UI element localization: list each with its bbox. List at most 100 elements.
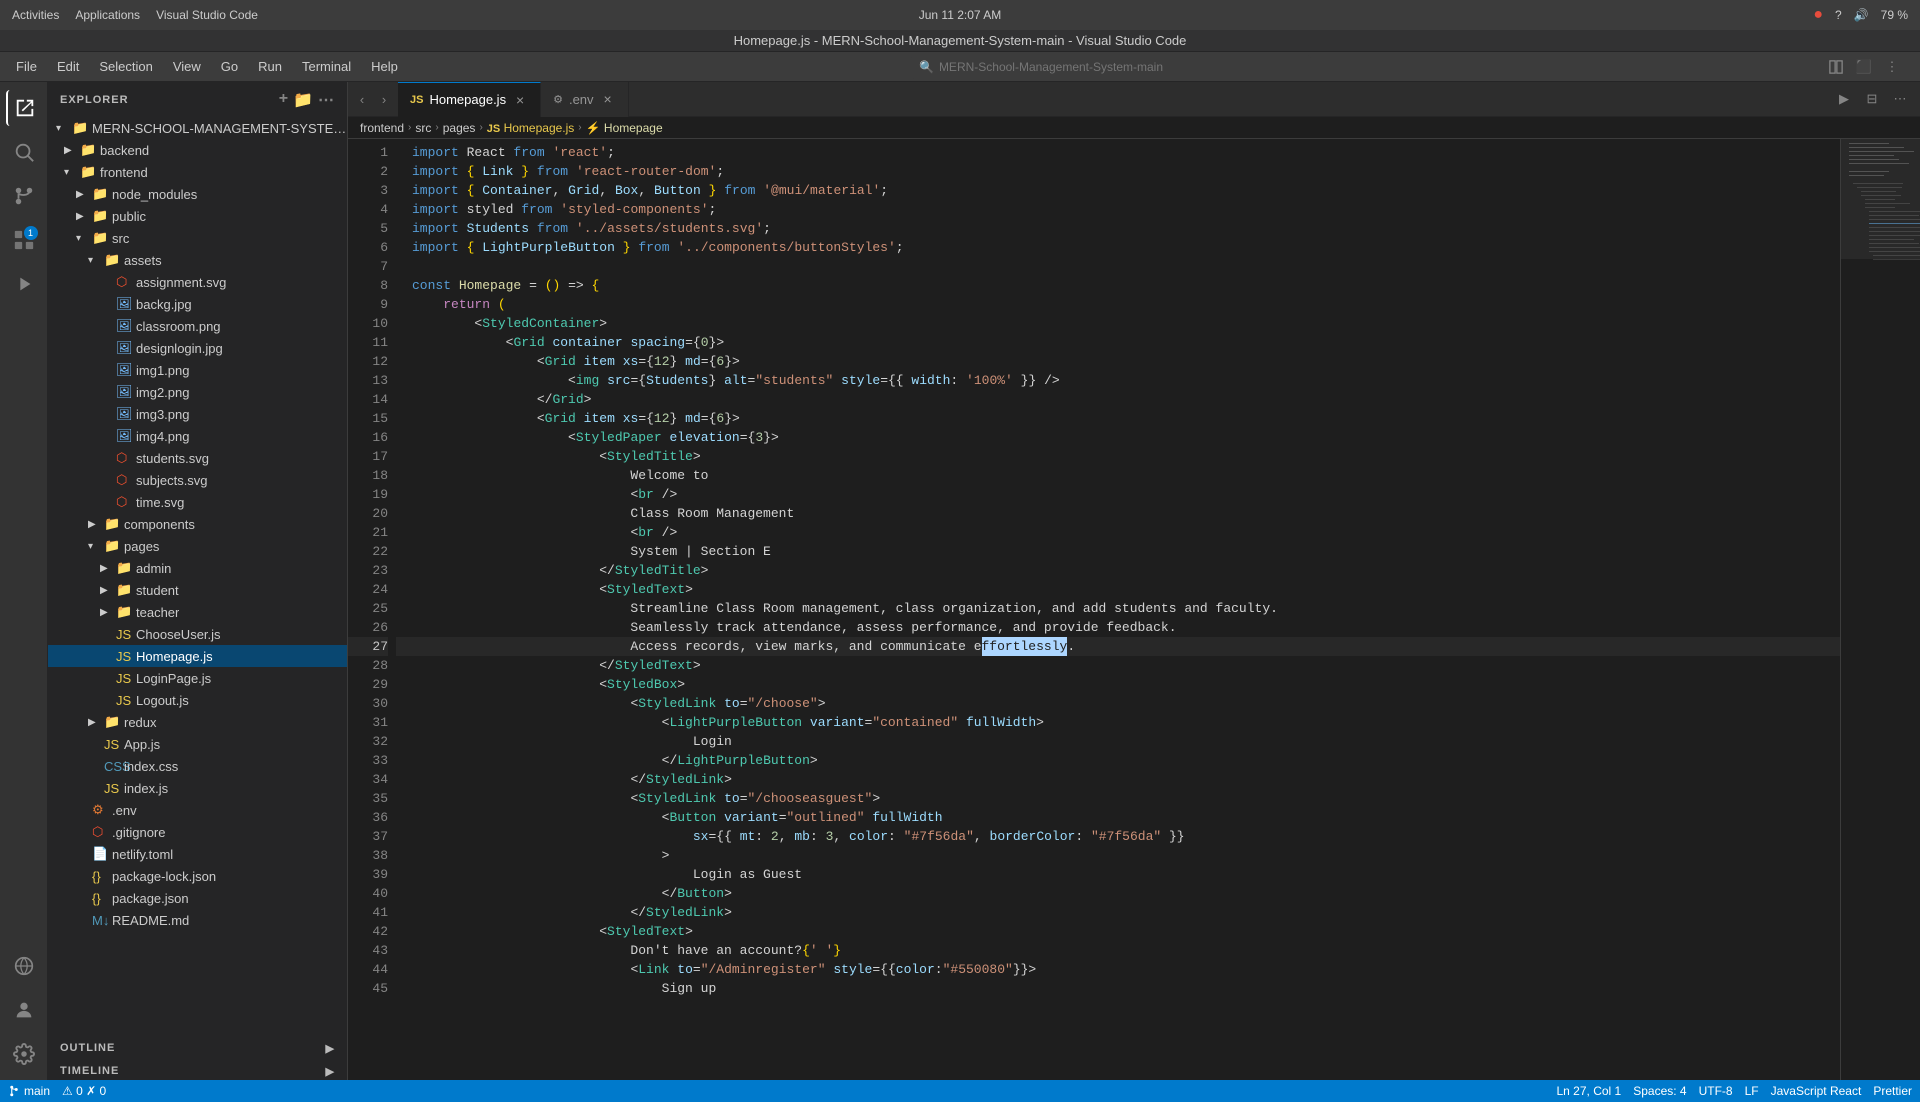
menu-file[interactable]: File bbox=[8, 57, 45, 76]
layout-button[interactable]: ⬛ bbox=[1852, 55, 1876, 79]
sidebar-item-netlify-toml[interactable]: 📄 netlify.toml bbox=[48, 843, 347, 865]
search-activity-icon[interactable] bbox=[6, 134, 42, 170]
sidebar-item-subjects-svg[interactable]: ⬡ subjects.svg bbox=[48, 469, 347, 491]
sidebar-item-public[interactable]: ▶ 📁 public bbox=[48, 205, 347, 227]
tab-close-homepage[interactable]: × bbox=[512, 92, 528, 108]
sidebar-item-package-json[interactable]: {} package.json bbox=[48, 887, 347, 909]
activities-label[interactable]: Activities bbox=[12, 8, 59, 22]
menu-terminal[interactable]: Terminal bbox=[294, 57, 359, 76]
settings-icon[interactable] bbox=[6, 1036, 42, 1072]
explorer-icon[interactable] bbox=[6, 90, 42, 126]
sidebar-item-node-modules[interactable]: ▶ 📁 node_modules bbox=[48, 183, 347, 205]
breadcrumb-symbol[interactable]: ⚡ Homepage bbox=[586, 121, 663, 135]
sidebar-item-img3-png[interactable]: 🖼 img3.png bbox=[48, 403, 347, 425]
menu-view[interactable]: View bbox=[165, 57, 209, 76]
extensions-icon[interactable]: 1 bbox=[6, 222, 42, 258]
run-debug-icon[interactable] bbox=[6, 266, 42, 302]
sidebar-item-students-svg[interactable]: ⬡ students.svg bbox=[48, 447, 347, 469]
sidebar-item-chooseuser-js[interactable]: JS ChooseUser.js bbox=[48, 623, 347, 645]
volume-icon[interactable]: 🔊 bbox=[1854, 8, 1869, 22]
breadcrumb-pages[interactable]: pages bbox=[443, 121, 476, 135]
cursor-position[interactable]: Ln 27, Col 1 bbox=[1557, 1084, 1622, 1098]
menu-bar: File Edit Selection View Go Run Terminal… bbox=[0, 52, 1920, 82]
sidebar-item-redux[interactable]: ▶ 📁 redux bbox=[48, 711, 347, 733]
code-line-15: <Grid item xs={12} md={6}> bbox=[396, 409, 1840, 428]
timeline-section[interactable]: TIMELINE ▶ bbox=[48, 1057, 347, 1080]
breadcrumb-file[interactable]: JS Homepage.js bbox=[487, 121, 575, 135]
sidebar-item-time-svg[interactable]: ⬡ time.svg bbox=[48, 491, 347, 513]
tab-scroll-right[interactable]: › bbox=[374, 89, 394, 109]
run-code-icon[interactable]: ▶ bbox=[1832, 87, 1856, 111]
sidebar-more-icon[interactable]: ⋯ bbox=[318, 90, 335, 110]
sidebar-item-img1-png[interactable]: 🖼 img1.png bbox=[48, 359, 347, 381]
help-icon[interactable]: ? bbox=[1835, 8, 1842, 22]
sidebar-item-gitignore[interactable]: ⬡ .gitignore bbox=[48, 821, 347, 843]
source-control-icon[interactable] bbox=[6, 178, 42, 214]
breadcrumb-src[interactable]: src bbox=[415, 121, 431, 135]
remote-icon[interactable] bbox=[6, 948, 42, 984]
code-editor[interactable]: 1 2 3 4 5 6 7 8 9 10 11 12 13 14 15 16 1… bbox=[348, 139, 1920, 1080]
sidebar-item-designlogin-jpg[interactable]: 🖼 designlogin.jpg bbox=[48, 337, 347, 359]
sidebar-item-index-js[interactable]: JS index.js bbox=[48, 777, 347, 799]
spaces[interactable]: Spaces: 4 bbox=[1633, 1084, 1686, 1098]
sidebar-item-components[interactable]: ▶ 📁 components bbox=[48, 513, 347, 535]
formatter[interactable]: Prettier bbox=[1873, 1084, 1912, 1098]
tree-root[interactable]: ▾ 📁 MERN-SCHOOL-MANAGEMENT-SYSTEM-MAIN bbox=[48, 117, 347, 139]
sidebar-item-readme-md[interactable]: M↓ README.md bbox=[48, 909, 347, 931]
sidebar-item-classroom-png[interactable]: 🖼 classroom.png bbox=[48, 315, 347, 337]
sidebar-item-env[interactable]: ⚙ .env bbox=[48, 799, 347, 821]
menu-edit[interactable]: Edit bbox=[49, 57, 87, 76]
language-mode[interactable]: JavaScript React bbox=[1771, 1084, 1862, 1098]
sidebar-item-app-js[interactable]: JS App.js bbox=[48, 733, 347, 755]
code-line-23: </StyledTitle> bbox=[396, 561, 1840, 580]
customize-layout-button[interactable]: ⋮ bbox=[1880, 55, 1904, 79]
breadcrumb-frontend[interactable]: frontend bbox=[360, 121, 404, 135]
outline-section[interactable]: OUTLINE ▶ bbox=[48, 1034, 347, 1057]
code-content[interactable]: import React from 'react'; import { Link… bbox=[396, 139, 1840, 1080]
sidebar-item-src[interactable]: ▾ 📁 src bbox=[48, 227, 347, 249]
tab-bar: ‹ › JS Homepage.js × ⚙ .env × ▶ ⊟ ⋯ bbox=[348, 82, 1920, 117]
file-tree: ▾ 📁 MERN-SCHOOL-MANAGEMENT-SYSTEM-MAIN ▶… bbox=[48, 117, 347, 1034]
tab-close-env[interactable]: × bbox=[600, 91, 616, 107]
git-branch[interactable]: main bbox=[8, 1084, 50, 1098]
menu-run[interactable]: Run bbox=[250, 57, 290, 76]
account-icon[interactable] bbox=[6, 992, 42, 1028]
menu-go[interactable]: Go bbox=[213, 57, 246, 76]
sidebar-item-frontend[interactable]: ▾ 📁 frontend bbox=[48, 161, 347, 183]
applications-label[interactable]: Applications bbox=[75, 8, 140, 22]
search-icon: 🔍 bbox=[919, 60, 934, 74]
sidebar-item-backg-jpg[interactable]: 🖼 backg.jpg bbox=[48, 293, 347, 315]
sidebar-item-assets[interactable]: ▾ 📁 assets bbox=[48, 249, 347, 271]
sidebar-item-logout-js[interactable]: JS Logout.js bbox=[48, 689, 347, 711]
sidebar-item-student[interactable]: ▶ 📁 student bbox=[48, 579, 347, 601]
encoding[interactable]: UTF-8 bbox=[1699, 1084, 1733, 1098]
sidebar-item-pages[interactable]: ▾ 📁 pages bbox=[48, 535, 347, 557]
split-editor-button[interactable] bbox=[1824, 55, 1848, 79]
close-indicator[interactable]: ● bbox=[1813, 6, 1823, 24]
menu-help[interactable]: Help bbox=[363, 57, 406, 76]
sidebar-item-package-lock-json[interactable]: {} package-lock.json bbox=[48, 865, 347, 887]
sidebar-item-loginpage-js[interactable]: JS LoginPage.js bbox=[48, 667, 347, 689]
new-folder-icon[interactable]: 📁 bbox=[293, 90, 314, 110]
sidebar-item-backend[interactable]: ▶ 📁 backend bbox=[48, 139, 347, 161]
command-search-input[interactable] bbox=[911, 55, 1311, 79]
sidebar-item-assignment-svg[interactable]: ⬡ assignment.svg bbox=[48, 271, 347, 293]
more-actions-icon[interactable]: ⋯ bbox=[1888, 87, 1912, 111]
sidebar-item-teacher[interactable]: ▶ 📁 teacher bbox=[48, 601, 347, 623]
menu-selection[interactable]: Selection bbox=[91, 57, 160, 76]
split-view-icon[interactable]: ⊟ bbox=[1860, 87, 1884, 111]
code-line-34: </StyledLink> bbox=[396, 770, 1840, 789]
code-line-21: <br /> bbox=[396, 523, 1840, 542]
new-file-icon[interactable]: + bbox=[279, 90, 289, 110]
errors-warnings[interactable]: ⚠ 0 ✗ 0 bbox=[62, 1084, 106, 1098]
vscode-label[interactable]: Visual Studio Code bbox=[156, 8, 258, 22]
tab-scroll-left[interactable]: ‹ bbox=[352, 89, 372, 109]
sidebar-item-admin[interactable]: ▶ 📁 admin bbox=[48, 557, 347, 579]
sidebar-item-homepage-js[interactable]: JS Homepage.js bbox=[48, 645, 347, 667]
tab-env[interactable]: ⚙ .env × bbox=[541, 82, 628, 117]
tab-homepage-js[interactable]: JS Homepage.js × bbox=[398, 82, 541, 117]
sidebar-item-img4-png[interactable]: 🖼 img4.png bbox=[48, 425, 347, 447]
sidebar-item-index-css[interactable]: CSS index.css bbox=[48, 755, 347, 777]
line-ending[interactable]: LF bbox=[1745, 1084, 1759, 1098]
sidebar-item-img2-png[interactable]: 🖼 img2.png bbox=[48, 381, 347, 403]
